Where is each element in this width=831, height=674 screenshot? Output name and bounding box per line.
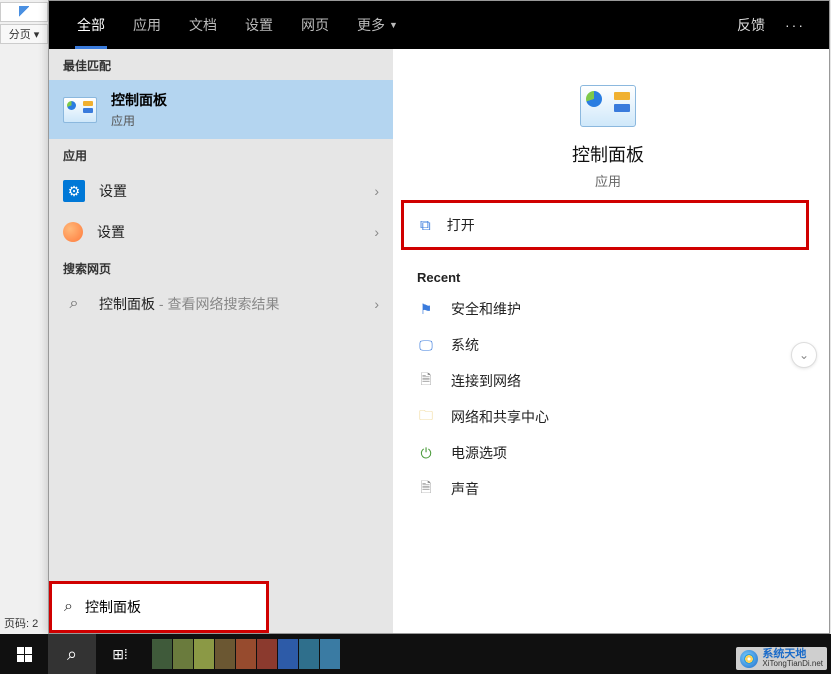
- recent-item-system[interactable]: 🖵 系统: [401, 327, 815, 363]
- open-action-highlight: ⧉ 打开: [401, 200, 809, 250]
- taskbar-app[interactable]: [215, 639, 235, 669]
- recent-label: Recent: [401, 250, 815, 291]
- taskbar-search-button[interactable]: ⌕: [48, 634, 96, 674]
- search-input-row[interactable]: ⌕: [52, 584, 266, 630]
- search-body: 最佳匹配 控制面板 应用 应用 ⚙ 设置 › 设置 › 搜索网页: [49, 49, 829, 633]
- taskbar: ⌕ ⊞⁞: [0, 634, 831, 674]
- apps-label: 应用: [49, 139, 393, 170]
- folder-icon: 🗀: [417, 408, 435, 426]
- control-panel-icon: [63, 97, 97, 123]
- control-panel-icon: [580, 85, 636, 127]
- tab-all[interactable]: 全部: [63, 1, 119, 49]
- tab-documents[interactable]: 文档: [175, 1, 231, 49]
- recent-item-label: 连接到网络: [451, 371, 521, 391]
- feedback-button[interactable]: 反馈: [725, 1, 777, 49]
- recent-item-label: 电源选项: [451, 443, 507, 463]
- taskbar-app[interactable]: [320, 639, 340, 669]
- recent-item-sound[interactable]: 🗎 声音: [401, 471, 815, 507]
- watermark-url: XiTongTianDi.net: [762, 660, 823, 668]
- power-icon: ⏻: [417, 444, 435, 462]
- taskbar-app[interactable]: [257, 639, 277, 669]
- web-result-label: 控制面板 - 查看网络搜索结果: [99, 294, 360, 314]
- recent-item-label: 安全和维护: [451, 299, 521, 319]
- task-view-icon: ⊞⁞: [112, 646, 128, 663]
- open-action-label: 打开: [447, 215, 475, 235]
- tab-settings[interactable]: 设置: [231, 1, 287, 49]
- tab-more-label: 更多: [357, 15, 385, 35]
- results-column: 最佳匹配 控制面板 应用 应用 ⚙ 设置 › 设置 › 搜索网页: [49, 49, 393, 633]
- app-result-label: 设置: [99, 181, 360, 201]
- app-result-label: 设置: [97, 222, 360, 242]
- search-panel: 全部 应用 文档 设置 网页 更多 ▼ 反馈 ··· 最佳匹配 控制面板 应用 …: [48, 0, 830, 634]
- taskbar-app[interactable]: [173, 639, 193, 669]
- web-result-title: 控制面板: [99, 296, 155, 312]
- document-tab[interactable]: [0, 2, 48, 22]
- open-icon: ⧉: [420, 217, 431, 234]
- best-match-item[interactable]: 控制面板 应用: [49, 80, 393, 139]
- task-view-button[interactable]: ⊞⁞: [96, 634, 144, 674]
- recent-item-security[interactable]: ⚑ 安全和维护: [401, 291, 815, 327]
- chevron-right-icon: ›: [374, 296, 379, 312]
- search-icon: ⌕: [63, 293, 85, 315]
- tab-web[interactable]: 网页: [287, 1, 343, 49]
- expand-toggle[interactable]: ⌄: [791, 342, 817, 368]
- recent-item-label: 系统: [451, 335, 479, 355]
- web-result-hint: - 查看网络搜索结果: [155, 296, 279, 312]
- tab-apps[interactable]: 应用: [119, 1, 175, 49]
- file-icon: 🗎: [417, 372, 435, 390]
- best-match-subtitle: 应用: [111, 112, 167, 129]
- app-result-settings-2[interactable]: 设置 ›: [49, 212, 393, 252]
- open-action[interactable]: ⧉ 打开: [404, 203, 806, 247]
- preview-header: 控制面板 应用: [401, 63, 815, 200]
- taskbar-app[interactable]: [152, 639, 172, 669]
- taskbar-app[interactable]: [299, 639, 319, 669]
- chevron-down-icon: ▼: [389, 20, 398, 30]
- recent-item-power-options[interactable]: ⏻ 电源选项: [401, 435, 815, 471]
- watermark-logo-icon: [740, 650, 758, 668]
- page-number-label: 页码: 2: [0, 613, 42, 633]
- taskbar-running-apps[interactable]: [152, 634, 340, 674]
- watermark: 系统天地 XiTongTianDi.net: [736, 647, 827, 670]
- paging-dropdown[interactable]: 分页 ▾: [0, 24, 48, 44]
- recent-item-connect-network[interactable]: 🗎 连接到网络: [401, 363, 815, 399]
- web-result-item[interactable]: ⌕ 控制面板 - 查看网络搜索结果 ›: [49, 283, 393, 325]
- chevron-right-icon: ›: [374, 224, 379, 240]
- gear-icon: [63, 222, 83, 242]
- start-button[interactable]: [0, 634, 48, 674]
- preview-title: 控制面板: [572, 141, 644, 167]
- app-result-settings-1[interactable]: ⚙ 设置 ›: [49, 170, 393, 212]
- preview-subtitle: 应用: [595, 171, 621, 190]
- chevron-right-icon: ›: [374, 183, 379, 199]
- options-button[interactable]: ···: [777, 1, 813, 49]
- header-tabs: 全部 应用 文档 设置 网页 更多 ▼ 反馈 ···: [49, 1, 829, 49]
- recent-item-label: 声音: [451, 479, 479, 499]
- recent-item-label: 网络和共享中心: [451, 407, 549, 427]
- monitor-icon: 🖵: [417, 336, 435, 354]
- gear-icon: ⚙: [63, 180, 85, 202]
- search-icon: ⌕: [67, 644, 77, 665]
- windows-icon: [17, 647, 32, 662]
- flag-icon: ⚑: [417, 300, 435, 318]
- tab-more[interactable]: 更多 ▼: [343, 1, 412, 49]
- recent-item-network-sharing[interactable]: 🗀 网络和共享中心: [401, 399, 815, 435]
- search-icon: ⌕: [64, 598, 73, 616]
- search-input-highlight: ⌕: [49, 581, 269, 633]
- taskbar-app[interactable]: [278, 639, 298, 669]
- file-icon: 🗎: [417, 480, 435, 498]
- best-match-title: 控制面板: [111, 90, 167, 110]
- best-match-label: 最佳匹配: [49, 49, 393, 80]
- taskbar-app[interactable]: [236, 639, 256, 669]
- search-web-label: 搜索网页: [49, 252, 393, 283]
- preview-column: 控制面板 应用 ⧉ 打开 ⌄ Recent ⚑ 安全和维护 🖵 系统 🗎: [393, 49, 829, 633]
- taskbar-app[interactable]: [194, 639, 214, 669]
- search-input[interactable]: [85, 599, 266, 615]
